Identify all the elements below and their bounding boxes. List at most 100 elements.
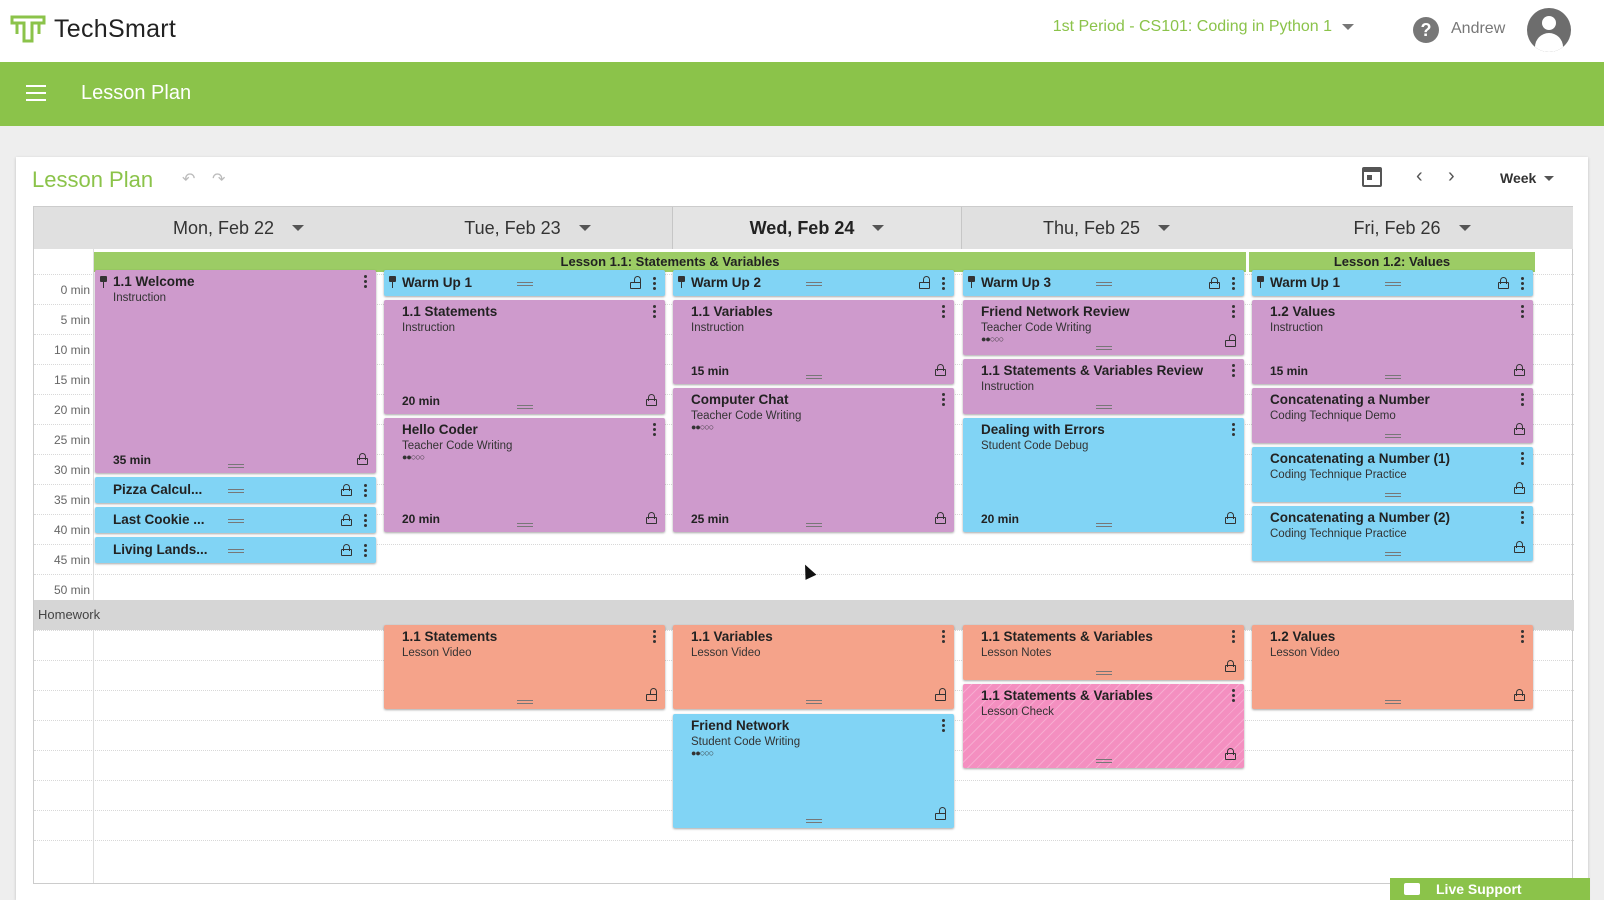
homework-block[interactable]: 1.1 Variables Lesson Video [673, 625, 954, 709]
more-vert-icon[interactable] [1232, 277, 1236, 291]
avatar-icon[interactable] [1527, 8, 1571, 52]
drag-handle-icon[interactable] [1384, 552, 1401, 556]
activity-block[interactable]: Hello Coder Teacher Code Writing ●●○○○ 2… [384, 418, 665, 532]
more-vert-icon[interactable] [1521, 511, 1525, 525]
more-vert-icon[interactable] [653, 630, 657, 644]
drag-handle-icon[interactable] [1095, 523, 1112, 527]
drag-handle-icon[interactable] [516, 523, 533, 527]
more-vert-icon[interactable] [942, 305, 946, 319]
lesson-band[interactable]: Lesson 1.1: Statements & Variables [94, 252, 1246, 272]
pin-icon[interactable] [100, 276, 107, 288]
homework-block[interactable]: 1.1 Statements Lesson Video [384, 625, 665, 709]
pin-icon[interactable] [389, 276, 396, 288]
activity-block[interactable]: Computer Chat Teacher Code Writing ●●○○○… [673, 388, 954, 532]
lock-icon[interactable] [646, 512, 657, 524]
activity-block[interactable]: Concatenating a Number (2) Coding Techni… [1252, 506, 1533, 561]
chevron-down-icon[interactable] [872, 225, 885, 231]
activity-block[interactable]: Last Cookie ... [95, 507, 376, 533]
drag-handle-icon[interactable] [1384, 493, 1401, 497]
chevron-left-icon[interactable]: ‹ [1416, 165, 1423, 188]
lock-icon[interactable] [357, 453, 368, 465]
activity-block[interactable]: Dealing with Errors Student Code Debug 2… [963, 418, 1244, 532]
homework-block[interactable]: 1.1 Statements & Variables Lesson Check [963, 684, 1244, 768]
drag-handle-icon[interactable] [1384, 700, 1401, 704]
homework-block[interactable]: 1.2 Values Lesson Video [1252, 625, 1533, 709]
day-header-mon[interactable]: Mon, Feb 22 [94, 207, 383, 249]
drag-handle-icon[interactable] [805, 523, 822, 527]
activity-block[interactable]: Friend Network Review Teacher Code Writi… [963, 300, 1244, 355]
more-vert-icon[interactable] [653, 305, 657, 319]
more-vert-icon[interactable] [942, 630, 946, 644]
day-header-tue[interactable]: Tue, Feb 23 [383, 207, 672, 249]
lock-icon[interactable] [1209, 277, 1220, 289]
lock-icon[interactable] [341, 544, 352, 556]
more-vert-icon[interactable] [653, 277, 657, 291]
drag-handle-icon[interactable] [1095, 671, 1112, 675]
more-vert-icon[interactable] [1232, 689, 1236, 703]
drag-handle-icon[interactable] [516, 405, 533, 409]
lock-icon[interactable] [1514, 364, 1525, 376]
more-vert-icon[interactable] [942, 393, 946, 407]
lock-open-icon[interactable] [935, 807, 946, 820]
lock-icon[interactable] [1225, 512, 1236, 524]
activity-block[interactable]: Pizza Calcul... [95, 477, 376, 503]
activity-block[interactable]: Warm Up 2 [673, 270, 954, 296]
more-vert-icon[interactable] [942, 719, 946, 733]
lesson-band[interactable]: Lesson 1.2: Values [1249, 252, 1535, 272]
lock-icon[interactable] [1514, 689, 1525, 701]
live-support-button[interactable]: Live Support [1390, 878, 1590, 900]
lock-open-icon[interactable] [1225, 334, 1236, 347]
activity-block[interactable]: 1.1 Statements Instruction 20 min [384, 300, 665, 414]
chevron-down-icon[interactable] [1158, 225, 1171, 231]
undo-icon[interactable]: ↶ [182, 169, 195, 189]
activity-block[interactable]: Warm Up 3 [963, 270, 1244, 296]
pin-icon[interactable] [968, 276, 975, 288]
username[interactable]: Andrew [1451, 20, 1505, 38]
drag-handle-icon[interactable] [1384, 282, 1401, 286]
lock-icon[interactable] [1498, 277, 1509, 289]
hamburger-icon[interactable] [26, 85, 46, 101]
drag-handle-icon[interactable] [805, 282, 822, 286]
activity-block[interactable]: 1.1 Variables Instruction 15 min [673, 300, 954, 384]
drag-handle-icon[interactable] [227, 519, 244, 523]
activity-block[interactable]: 1.2 Values Instruction 15 min [1252, 300, 1533, 384]
more-vert-icon[interactable] [1232, 423, 1236, 437]
lock-icon[interactable] [935, 512, 946, 524]
day-header-thu[interactable]: Thu, Feb 25 [962, 207, 1251, 249]
activity-block[interactable]: 1.1 Statements & Variables Review Instru… [963, 359, 1244, 414]
homework-block[interactable]: Friend Network Student Code Writing ●●○○… [673, 714, 954, 828]
chevron-down-icon[interactable] [292, 225, 305, 231]
day-header-fri[interactable]: Fri, Feb 26 [1251, 207, 1573, 249]
lock-icon[interactable] [646, 394, 657, 406]
lock-icon[interactable] [935, 364, 946, 376]
pin-icon[interactable] [678, 276, 685, 288]
drag-handle-icon[interactable] [805, 819, 822, 823]
more-vert-icon[interactable] [942, 277, 946, 291]
more-vert-icon[interactable] [1521, 630, 1525, 644]
more-vert-icon[interactable] [1521, 277, 1525, 291]
lock-icon[interactable] [341, 514, 352, 526]
day-header-wed[interactable]: Wed, Feb 24 [672, 207, 962, 249]
drag-handle-icon[interactable] [805, 375, 822, 379]
more-vert-icon[interactable] [1521, 305, 1525, 319]
drag-handle-icon[interactable] [516, 282, 533, 286]
lock-open-icon[interactable] [646, 688, 657, 701]
activity-block[interactable]: Concatenating a Number Coding Technique … [1252, 388, 1533, 443]
activity-block[interactable]: Living Lands... [95, 537, 376, 563]
drag-handle-icon[interactable] [1095, 282, 1112, 286]
more-vert-icon[interactable] [364, 544, 368, 558]
help-icon[interactable]: ? [1413, 17, 1439, 43]
lock-open-icon[interactable] [935, 688, 946, 701]
drag-handle-icon[interactable] [805, 700, 822, 704]
drag-handle-icon[interactable] [1095, 346, 1112, 350]
drag-handle-icon[interactable] [1095, 759, 1112, 763]
more-vert-icon[interactable] [364, 514, 368, 528]
pin-icon[interactable] [1257, 276, 1264, 288]
lock-icon[interactable] [1514, 541, 1525, 553]
more-vert-icon[interactable] [1521, 393, 1525, 407]
drag-handle-icon[interactable] [227, 489, 244, 493]
chevron-down-icon[interactable] [578, 225, 591, 231]
drag-handle-icon[interactable] [227, 549, 244, 553]
lock-open-icon[interactable] [630, 276, 641, 289]
calendar-icon[interactable] [1362, 167, 1382, 187]
